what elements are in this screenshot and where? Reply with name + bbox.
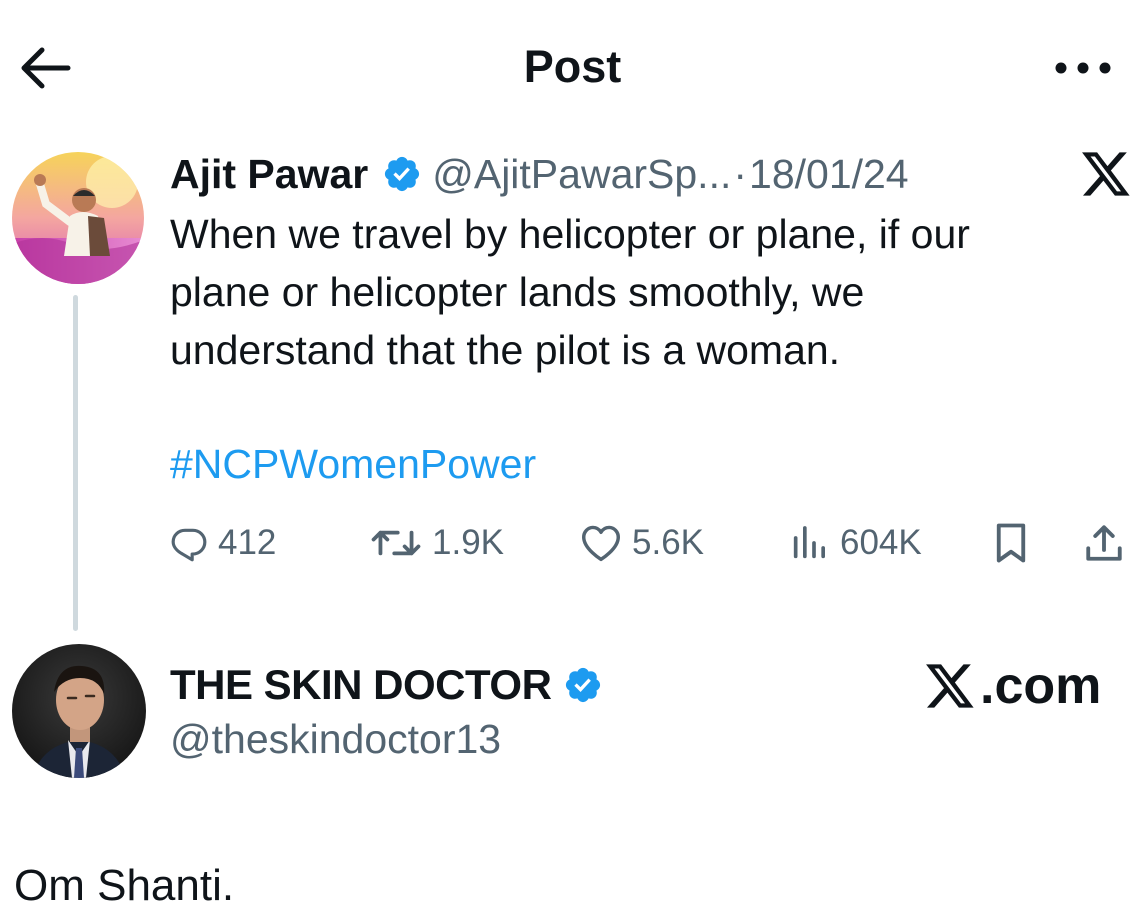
verified-badge-icon xyxy=(385,156,420,192)
thread-line xyxy=(73,295,78,631)
separator-dot: · xyxy=(733,151,748,197)
post-header: Ajit Pawar @AjitPawarSp... · 18/01/24 xyxy=(170,150,909,198)
hashtag-link[interactable]: #NCPWomenPower xyxy=(170,437,536,491)
more-options-button[interactable] xyxy=(1048,48,1118,88)
reply-count: 412 xyxy=(218,523,277,562)
repost-count: 1.9K xyxy=(432,523,504,562)
repost-button[interactable]: 1.9K xyxy=(370,517,504,569)
responder-name[interactable]: THE SKIN DOCTOR xyxy=(170,661,552,709)
x-logo-icon xyxy=(926,664,974,708)
post-text: When we travel by helicopter or plane, i… xyxy=(170,211,970,373)
reply-button[interactable]: 412 xyxy=(170,517,276,569)
author-avatar[interactable] xyxy=(12,152,144,284)
author-name[interactable]: Ajit Pawar xyxy=(170,150,368,198)
views-count: 604K xyxy=(840,523,922,562)
analytics-icon xyxy=(793,526,825,559)
more-horizontal-icon xyxy=(1055,62,1111,74)
responder-name-row: THE SKIN DOCTOR xyxy=(170,660,603,710)
share-icon xyxy=(1086,525,1122,561)
bookmark-button[interactable] xyxy=(992,517,1030,569)
like-count: 5.6K xyxy=(632,523,704,562)
post-date[interactable]: 18/01/24 xyxy=(749,150,909,198)
share-button[interactable] xyxy=(1082,517,1126,569)
responder-handle[interactable]: @theskindoctor13 xyxy=(170,714,501,764)
like-button[interactable]: 5.6K xyxy=(580,517,704,569)
page-title: Post xyxy=(523,41,622,92)
responder-avatar[interactable] xyxy=(12,644,146,778)
heart-icon xyxy=(582,525,620,562)
repost-icon xyxy=(371,530,421,556)
author-handle[interactable]: @AjitPawarSp... xyxy=(432,150,731,198)
verified-badge-icon xyxy=(566,667,601,703)
watermark-text: .com xyxy=(980,657,1102,715)
reply-icon xyxy=(171,528,207,562)
post-actions: 412 1.9K 5.6K 604K xyxy=(170,517,1135,569)
reply-text: Om Shanti. xyxy=(14,861,235,910)
avatar-skin-doctor xyxy=(12,644,146,778)
views-button[interactable]: 604K xyxy=(788,517,922,569)
bookmark-icon xyxy=(996,523,1026,563)
x-logo-icon xyxy=(1080,150,1132,198)
avatar-ajit-pawar xyxy=(12,152,144,284)
x-com-watermark: .com xyxy=(924,658,1101,714)
